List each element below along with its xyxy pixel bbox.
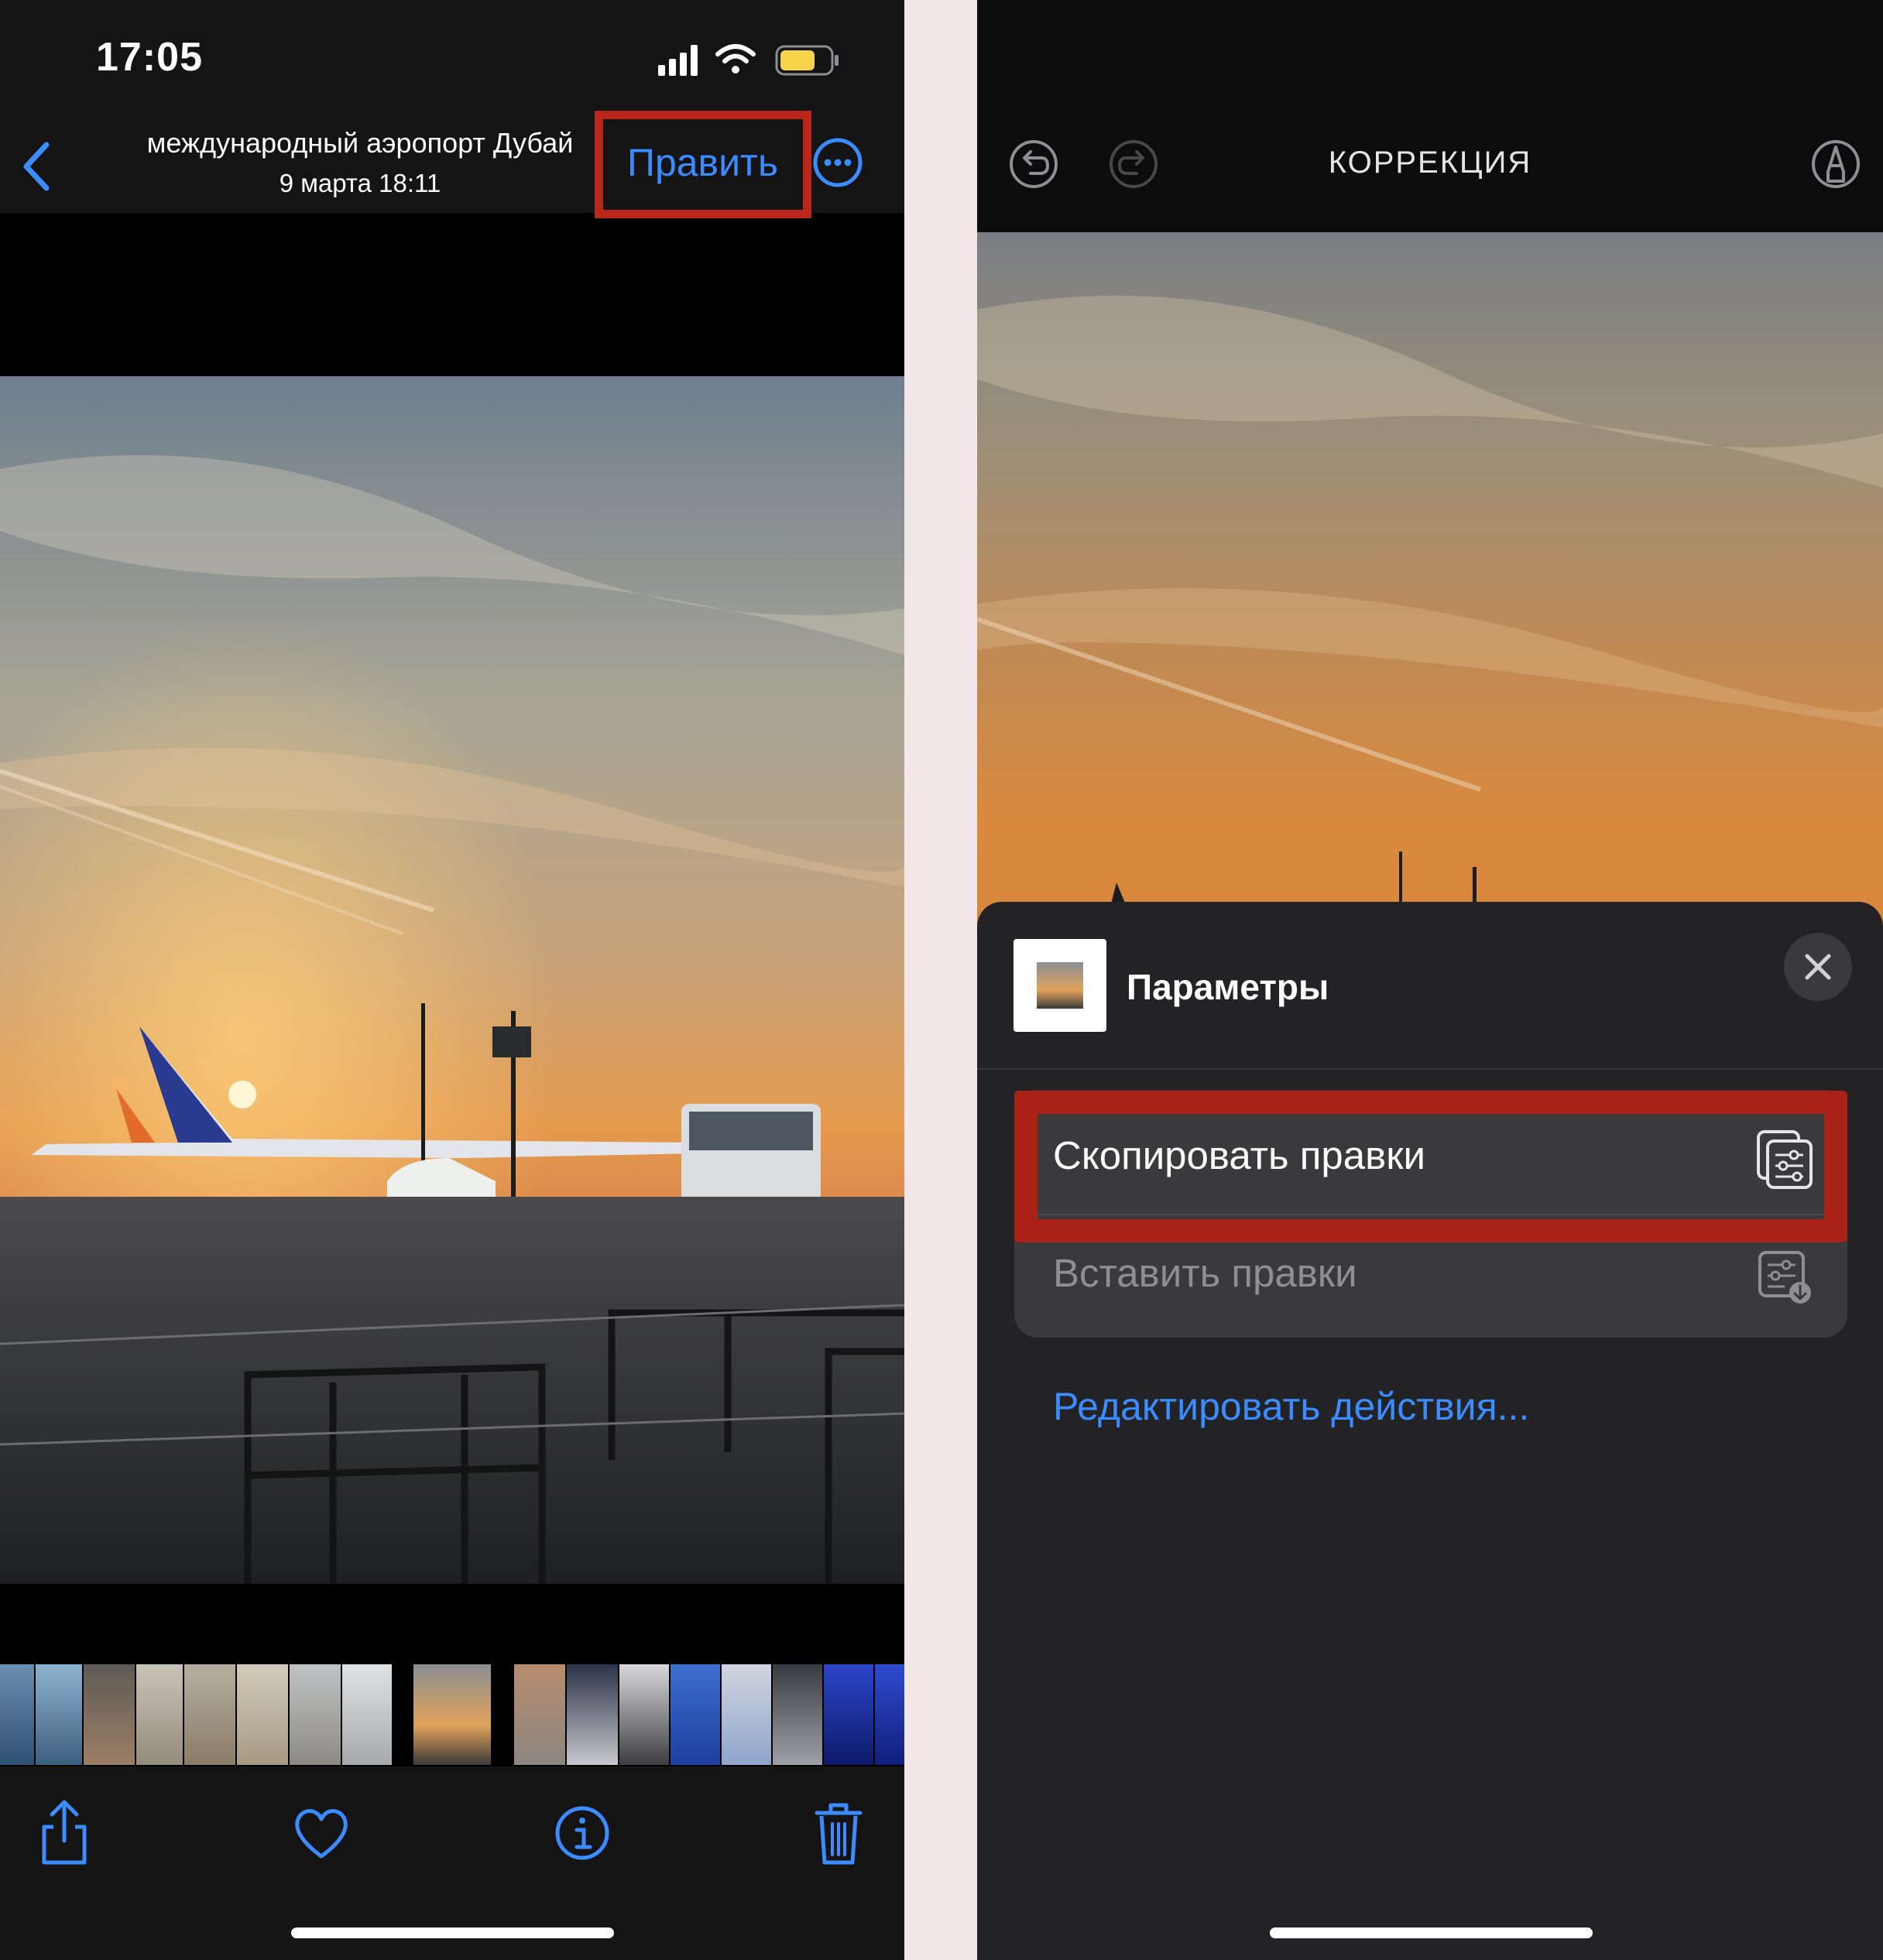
options-sheet: Параметры Скопировать правки Вставить пр… bbox=[977, 902, 1883, 1960]
sunset-airport-photo[interactable] bbox=[0, 376, 904, 1584]
editor-header: КОРРЕКЦИЯ bbox=[977, 0, 1883, 232]
location-title: международный аэропорт Дубай bbox=[146, 127, 574, 159]
editor-title: КОРРЕКЦИЯ bbox=[1328, 146, 1532, 180]
copy-edits-highlight bbox=[1014, 1091, 1847, 1242]
chevron-left-icon[interactable] bbox=[15, 135, 59, 197]
redo-icon[interactable] bbox=[1107, 138, 1160, 190]
sheet-title: Параметры bbox=[1127, 967, 1329, 1007]
filmstrip-thumb[interactable] bbox=[0, 1664, 34, 1765]
photo-thumbnail-image bbox=[1037, 962, 1083, 1009]
share-icon[interactable] bbox=[33, 1797, 95, 1867]
filmstrip-thumb[interactable] bbox=[237, 1664, 288, 1765]
trash-icon[interactable] bbox=[808, 1797, 869, 1867]
filmstrip-thumb[interactable] bbox=[824, 1664, 873, 1765]
photo-thumbnail bbox=[1014, 939, 1106, 1032]
photo-editor-screen: КОРРЕКЦИЯ Параметры Скопировать правки В… bbox=[977, 0, 1883, 1960]
filmstrip-thumb[interactable] bbox=[84, 1664, 135, 1765]
undo-icon[interactable] bbox=[1007, 138, 1060, 190]
filmstrip-thumb[interactable] bbox=[722, 1664, 771, 1765]
filmstrip-thumb[interactable] bbox=[184, 1664, 235, 1765]
status-icons bbox=[658, 44, 839, 76]
date-subtitle: 9 марта 18:11 bbox=[279, 169, 441, 197]
filmstrip-thumb[interactable] bbox=[342, 1664, 392, 1765]
filmstrip-thumb[interactable] bbox=[290, 1664, 341, 1765]
paste-edits-icon bbox=[1758, 1251, 1811, 1304]
info-icon[interactable] bbox=[551, 1797, 613, 1867]
filmstrip-thumb[interactable] bbox=[773, 1664, 822, 1765]
close-icon[interactable] bbox=[1784, 933, 1852, 1001]
status-bar: 17:05 bbox=[0, 0, 904, 101]
edit-button-highlight bbox=[595, 111, 811, 218]
filmstrip-thumb[interactable] bbox=[875, 1664, 904, 1765]
photo-preview[interactable] bbox=[977, 232, 1883, 929]
filmstrip-thumb[interactable] bbox=[136, 1664, 183, 1765]
filmstrip-thumb[interactable] bbox=[619, 1664, 669, 1765]
ellipsis-circle-icon[interactable] bbox=[811, 136, 864, 189]
home-indicator[interactable] bbox=[291, 1927, 614, 1938]
filmstrip-thumb[interactable] bbox=[514, 1664, 565, 1765]
markup-pen-icon[interactable] bbox=[1809, 138, 1862, 190]
filmstrip-thumb[interactable] bbox=[567, 1664, 618, 1765]
cellular-signal-icon bbox=[658, 45, 698, 76]
filmstrip-thumb[interactable] bbox=[671, 1664, 720, 1765]
filmstrip-thumb[interactable] bbox=[36, 1664, 82, 1765]
heart-icon[interactable] bbox=[290, 1797, 352, 1867]
home-indicator[interactable] bbox=[1270, 1927, 1593, 1938]
filmstrip-thumb-current[interactable] bbox=[413, 1664, 491, 1765]
photo-filmstrip[interactable] bbox=[0, 1664, 904, 1765]
status-time: 17:05 bbox=[96, 35, 203, 80]
screenshot-canvas: 17:05 международный аэропорт Дубай 9 мар… bbox=[0, 0, 1883, 1960]
photo-viewer-screen: 17:05 международный аэропорт Дубай 9 мар… bbox=[0, 0, 904, 1960]
sheet-separator bbox=[977, 1068, 1883, 1070]
wifi-icon bbox=[715, 44, 756, 74]
battery-icon bbox=[775, 45, 839, 76]
edit-actions-link[interactable]: Редактировать действия... bbox=[1053, 1379, 1529, 1434]
